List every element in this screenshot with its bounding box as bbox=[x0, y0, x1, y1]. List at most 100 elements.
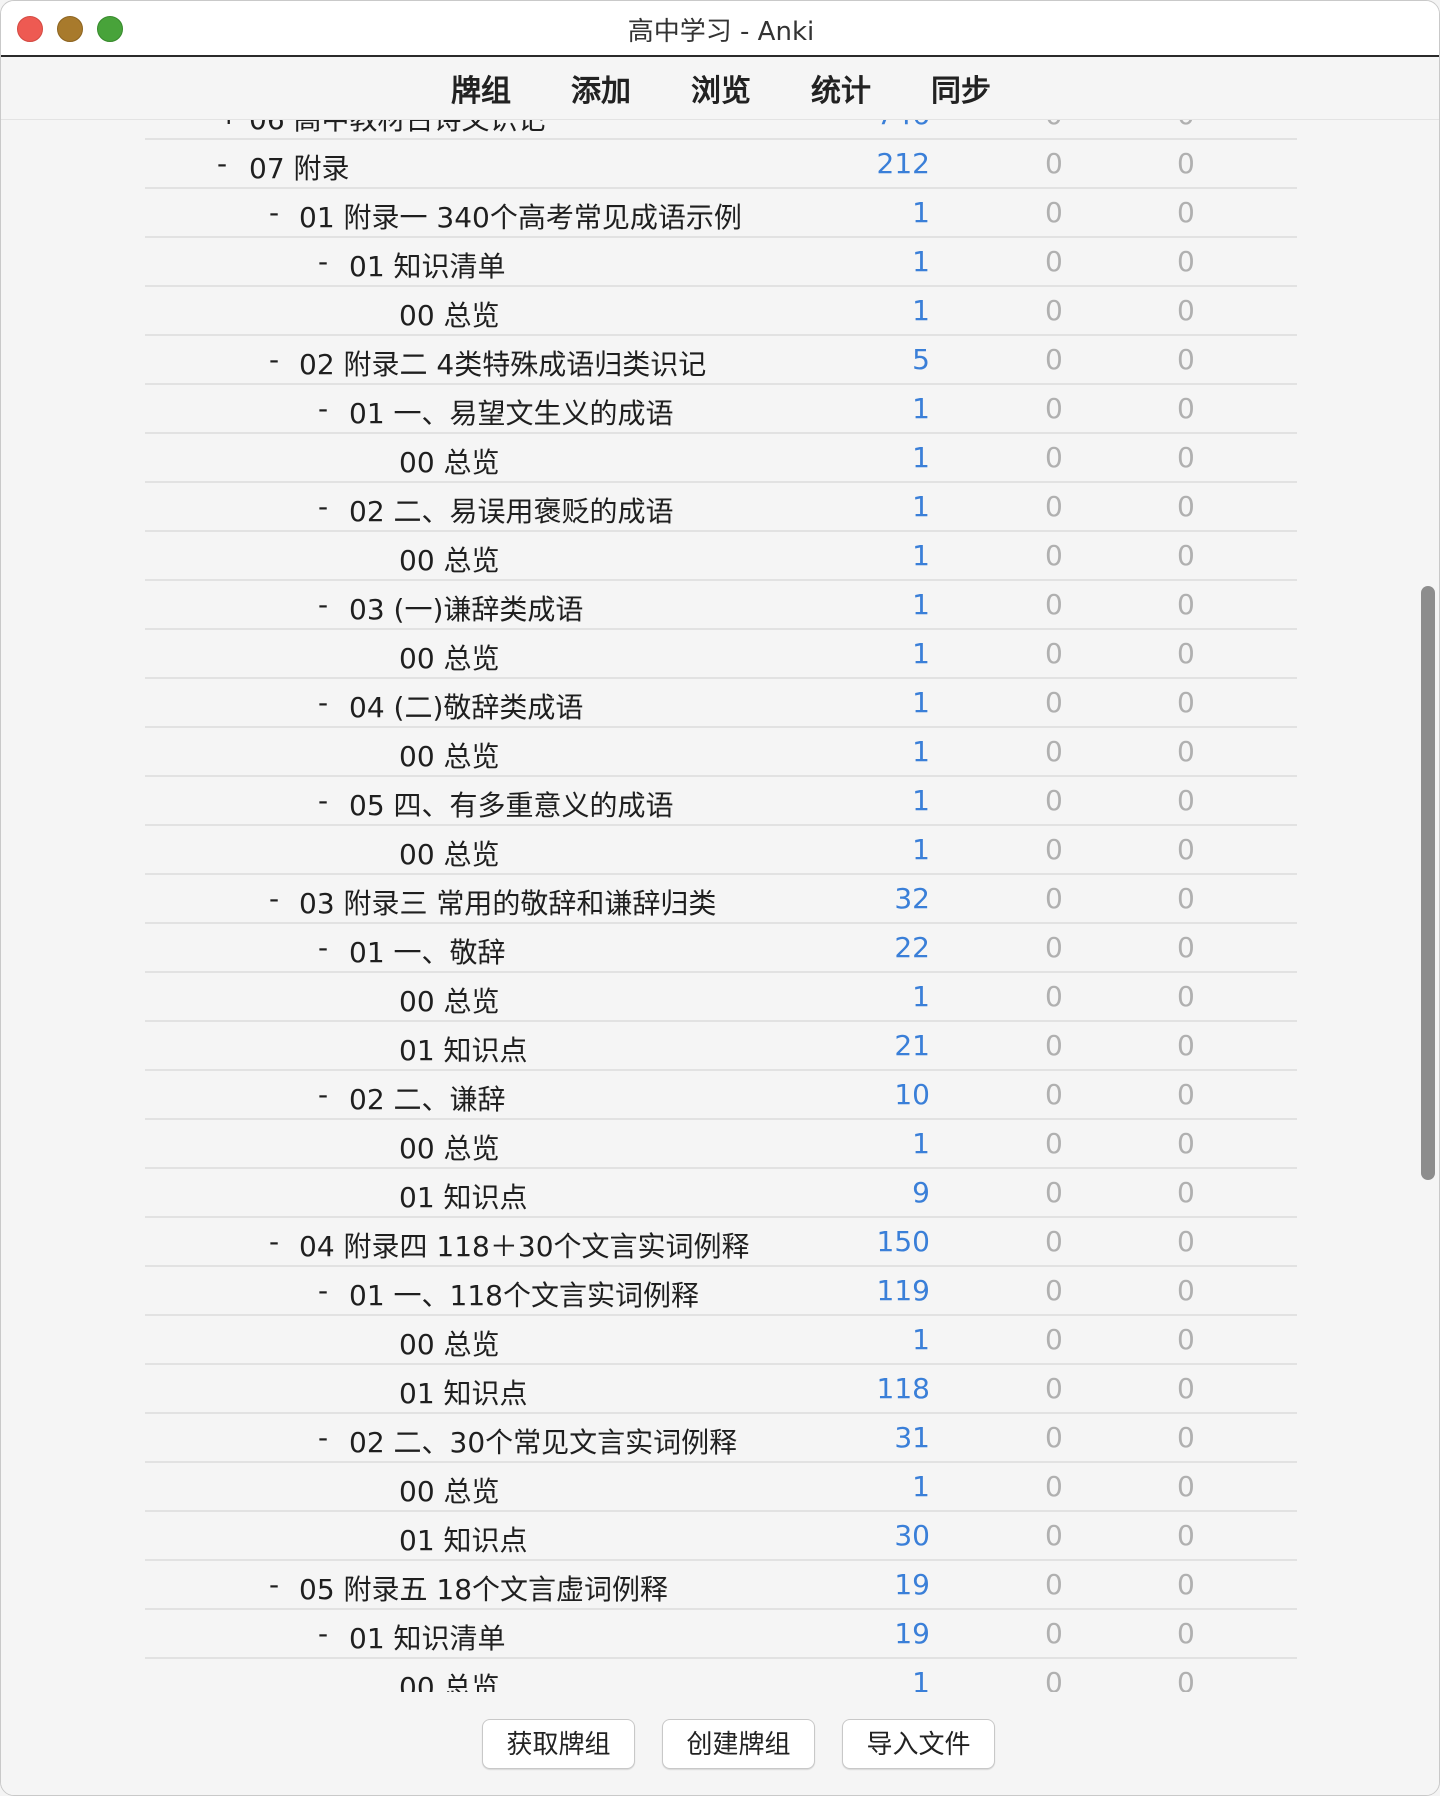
deck-row[interactable]: -02 附录二 4类特殊成语归类识记 5 0 0 bbox=[1, 336, 1439, 385]
deck-name[interactable]: 00 总览 bbox=[399, 833, 500, 873]
learning-count: 0 bbox=[1045, 1176, 1063, 1209]
deck-row[interactable]: 00 总览 1 0 0 bbox=[1, 973, 1439, 1022]
deck-row[interactable]: -04 (二)敬辞类成语 1 0 0 bbox=[1, 679, 1439, 728]
deck-row[interactable]: -02 二、易误用褒贬的成语 1 0 0 bbox=[1, 483, 1439, 532]
collapse-toggle[interactable]: - bbox=[318, 686, 328, 719]
vertical-scrollbar-thumb[interactable] bbox=[1421, 586, 1435, 1180]
deck-name[interactable]: 01 知识清单 bbox=[349, 245, 506, 285]
deck-row[interactable]: -02 二、谦辞 10 0 0 bbox=[1, 1071, 1439, 1120]
expand-toggle[interactable]: + bbox=[217, 120, 240, 131]
deck-row[interactable]: -01 一、易望文生义的成语 1 0 0 bbox=[1, 385, 1439, 434]
create-deck-button[interactable]: 创建牌组 bbox=[662, 1719, 815, 1769]
deck-name[interactable]: 02 二、谦辞 bbox=[349, 1078, 506, 1118]
deck-row[interactable]: 00 总览 1 0 0 bbox=[1, 1120, 1439, 1169]
collapse-toggle[interactable]: - bbox=[318, 1617, 328, 1650]
deck-row[interactable]: -01 知识清单 19 0 0 bbox=[1, 1610, 1439, 1659]
deck-name[interactable]: 01 一、易望文生义的成语 bbox=[349, 392, 674, 432]
deck-name[interactable]: 00 总览 bbox=[399, 1470, 500, 1510]
collapse-toggle[interactable]: - bbox=[318, 392, 328, 425]
deck-name[interactable]: 04 附录四 118＋30个文言实词例释 bbox=[299, 1225, 750, 1265]
toolbar-stats[interactable]: 统计 bbox=[809, 66, 873, 110]
deck-name[interactable]: 00 总览 bbox=[399, 735, 500, 775]
collapse-toggle[interactable]: - bbox=[269, 882, 279, 915]
deck-row[interactable]: -05 四、有多重意义的成语 1 0 0 bbox=[1, 777, 1439, 826]
deck-name[interactable]: 03 (一)谦辞类成语 bbox=[349, 588, 583, 628]
deck-name[interactable]: 01 知识点 bbox=[399, 1519, 528, 1559]
deck-name[interactable]: 01 一、118个文言实词例释 bbox=[349, 1274, 699, 1314]
bottom-bar: 获取牌组 创建牌组 导入文件 bbox=[1, 1692, 1439, 1795]
collapse-toggle[interactable]: - bbox=[318, 588, 328, 621]
deck-row[interactable]: 01 知识点 9 0 0 bbox=[1, 1169, 1439, 1218]
collapse-toggle[interactable]: - bbox=[318, 784, 328, 817]
toolbar-add[interactable]: 添加 bbox=[569, 66, 633, 110]
review-count: 0 bbox=[1177, 1176, 1195, 1209]
deck-name[interactable]: 01 一、敬辞 bbox=[349, 931, 506, 971]
deck-row[interactable]: 00 总览 1 0 0 bbox=[1, 532, 1439, 581]
deck-row[interactable]: -01 一、敬辞 22 0 0 bbox=[1, 924, 1439, 973]
deck-name[interactable]: 07 附录 bbox=[249, 147, 350, 187]
deck-name[interactable]: 02 二、易误用褒贬的成语 bbox=[349, 490, 674, 530]
deck-name[interactable]: 01 知识清单 bbox=[349, 1617, 506, 1657]
deck-row[interactable]: -01 知识清单 1 0 0 bbox=[1, 238, 1439, 287]
toolbar-decks[interactable]: 牌组 bbox=[449, 66, 513, 110]
deck-name[interactable]: 01 知识点 bbox=[399, 1176, 528, 1216]
deck-name[interactable]: 06 高中教材古诗文识记 bbox=[249, 120, 546, 138]
due-count: 1 bbox=[912, 1666, 930, 1692]
collapse-toggle[interactable]: - bbox=[318, 1421, 328, 1454]
deck-row[interactable]: 00 总览 1 0 0 bbox=[1, 1463, 1439, 1512]
collapse-toggle[interactable]: - bbox=[318, 245, 328, 278]
deck-name[interactable]: 03 附录三 常用的敬辞和谦辞归类 bbox=[299, 882, 716, 922]
toolbar-browse[interactable]: 浏览 bbox=[689, 66, 753, 110]
learning-count: 0 bbox=[1045, 784, 1063, 817]
deck-row[interactable]: 00 总览 1 0 0 bbox=[1, 826, 1439, 875]
deck-name[interactable]: 00 总览 bbox=[399, 539, 500, 579]
deck-name[interactable]: 00 总览 bbox=[399, 1323, 500, 1363]
deck-row[interactable]: -03 (一)谦辞类成语 1 0 0 bbox=[1, 581, 1439, 630]
deck-row[interactable]: -05 附录五 18个文言虚词例释 19 0 0 bbox=[1, 1561, 1439, 1610]
deck-row[interactable]: 00 总览 1 0 0 bbox=[1, 728, 1439, 777]
get-shared-decks-button[interactable]: 获取牌组 bbox=[482, 1719, 635, 1769]
deck-name[interactable]: 00 总览 bbox=[399, 441, 500, 481]
collapse-toggle[interactable]: - bbox=[269, 196, 279, 229]
deck-row[interactable]: 00 总览 1 0 0 bbox=[1, 434, 1439, 483]
deck-row[interactable]: -04 附录四 118＋30个文言实词例释 150 0 0 bbox=[1, 1218, 1439, 1267]
deck-name[interactable]: 01 知识点 bbox=[399, 1372, 528, 1412]
collapse-toggle[interactable]: - bbox=[269, 1568, 279, 1601]
toolbar-sync[interactable]: 同步 bbox=[929, 66, 993, 110]
deck-name[interactable]: 01 附录一 340个高考常见成语示例 bbox=[299, 196, 742, 236]
review-count: 0 bbox=[1177, 931, 1195, 964]
deck-row[interactable]: -07 附录 212 0 0 bbox=[1, 140, 1439, 189]
deck-name[interactable]: 00 总览 bbox=[399, 1666, 500, 1692]
deck-row[interactable]: -01 附录一 340个高考常见成语示例 1 0 0 bbox=[1, 189, 1439, 238]
deck-name[interactable]: 02 附录二 4类特殊成语归类识记 bbox=[299, 343, 706, 383]
collapse-toggle[interactable]: - bbox=[318, 490, 328, 523]
deck-row[interactable]: 01 知识点 21 0 0 bbox=[1, 1022, 1439, 1071]
deck-row[interactable]: 01 知识点 30 0 0 bbox=[1, 1512, 1439, 1561]
deck-name[interactable]: 00 总览 bbox=[399, 980, 500, 1020]
deck-row[interactable]: +06 高中教材古诗文识记 746 0 0 bbox=[1, 120, 1439, 140]
deck-name[interactable]: 00 总览 bbox=[399, 1127, 500, 1167]
deck-name[interactable]: 00 总览 bbox=[399, 637, 500, 677]
deck-name[interactable]: 05 四、有多重意义的成语 bbox=[349, 784, 674, 824]
deck-name[interactable]: 02 二、30个常见文言实词例释 bbox=[349, 1421, 737, 1461]
deck-row[interactable]: -02 二、30个常见文言实词例释 31 0 0 bbox=[1, 1414, 1439, 1463]
deck-row[interactable]: 00 总览 1 0 0 bbox=[1, 630, 1439, 679]
deck-row[interactable]: 00 总览 1 0 0 bbox=[1, 287, 1439, 336]
deck-name[interactable]: 01 知识点 bbox=[399, 1029, 528, 1069]
collapse-toggle[interactable]: - bbox=[318, 931, 328, 964]
learning-count: 0 bbox=[1045, 1421, 1063, 1454]
collapse-toggle[interactable]: - bbox=[217, 147, 227, 180]
collapse-toggle[interactable]: - bbox=[269, 1225, 279, 1258]
deck-row[interactable]: 00 总览 1 0 0 bbox=[1, 1659, 1439, 1692]
deck-name[interactable]: 04 (二)敬辞类成语 bbox=[349, 686, 583, 726]
deck-name[interactable]: 00 总览 bbox=[399, 294, 500, 334]
collapse-toggle[interactable]: - bbox=[318, 1078, 328, 1111]
deck-name[interactable]: 05 附录五 18个文言虚词例释 bbox=[299, 1568, 668, 1608]
deck-row[interactable]: -03 附录三 常用的敬辞和谦辞归类 32 0 0 bbox=[1, 875, 1439, 924]
collapse-toggle[interactable]: - bbox=[269, 343, 279, 376]
deck-row[interactable]: -01 一、118个文言实词例释 119 0 0 bbox=[1, 1267, 1439, 1316]
deck-row[interactable]: 00 总览 1 0 0 bbox=[1, 1316, 1439, 1365]
deck-row[interactable]: 01 知识点 118 0 0 bbox=[1, 1365, 1439, 1414]
collapse-toggle[interactable]: - bbox=[318, 1274, 328, 1307]
import-file-button[interactable]: 导入文件 bbox=[842, 1719, 995, 1769]
